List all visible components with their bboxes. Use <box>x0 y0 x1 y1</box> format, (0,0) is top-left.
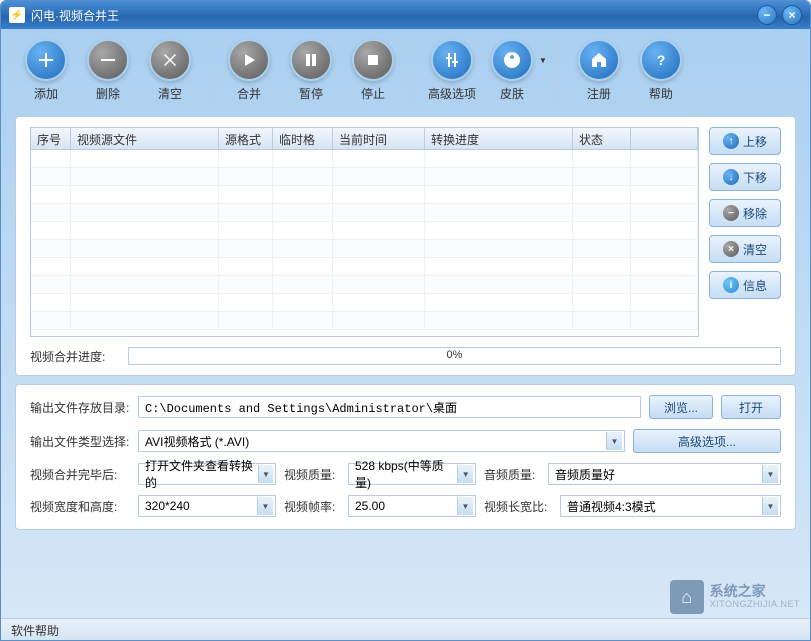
chevron-down-icon: ▼ <box>762 497 778 515</box>
aquality-select[interactable]: 音频质量好 ▼ <box>548 463 781 485</box>
aquality-label: 音频质量: <box>484 466 540 483</box>
vquality-select[interactable]: 528 kbps(中等质量) ▼ <box>348 463 476 485</box>
skin-dropdown-arrow[interactable]: ▼ <box>539 56 547 65</box>
svg-text:?: ? <box>657 52 666 68</box>
browse-button[interactable]: 浏览... <box>649 395 713 419</box>
remove-item-button[interactable]: −移除 <box>709 199 781 227</box>
minimize-button[interactable]: − <box>757 5 777 25</box>
th-status[interactable]: 状态 <box>573 128 631 149</box>
titlebar: ⚡ 闪电·视频合并王 − × <box>1 1 810 29</box>
register-button[interactable]: 注册 <box>568 37 630 104</box>
file-table[interactable]: 序号 视频源文件 源格式 临时格式 当前时间 转换进度 状态 <box>30 127 699 337</box>
table-body[interactable] <box>31 150 698 336</box>
after-merge-select[interactable]: 打开文件夹查看转换的 ▼ <box>138 463 276 485</box>
settings-panel: 输出文件存放目录: 浏览... 打开 输出文件类型选择: AVI视频格式 (*.… <box>15 384 796 530</box>
stop-icon <box>352 39 394 81</box>
output-dir-label: 输出文件存放目录: <box>30 399 130 416</box>
th-empty <box>631 128 698 149</box>
app-icon: ⚡ <box>9 7 25 23</box>
chevron-down-icon: ▼ <box>258 465 273 483</box>
chevron-down-icon: ▼ <box>257 497 273 515</box>
advanced-options-button[interactable]: 高级选项... <box>633 429 781 453</box>
table-header: 序号 视频源文件 源格式 临时格式 当前时间 转换进度 状态 <box>31 128 698 150</box>
toolbar: 添加 删除 清空 合并 暂停 停止 <box>1 29 810 108</box>
separator <box>209 41 210 101</box>
th-cur-time[interactable]: 当前时间 <box>333 128 425 149</box>
merge-progress-label: 视频合并进度: <box>30 348 120 365</box>
th-progress[interactable]: 转换进度 <box>425 128 573 149</box>
sliders-icon <box>431 39 473 81</box>
move-down-button[interactable]: ↓下移 <box>709 163 781 191</box>
watermark-icon: ⌂ <box>670 580 704 614</box>
remove-button[interactable]: 删除 <box>77 37 139 104</box>
th-src-format[interactable]: 源格式 <box>219 128 273 149</box>
pause-button[interactable]: 暂停 <box>280 37 342 104</box>
th-tmp-format[interactable]: 临时格式 <box>273 128 333 149</box>
aspect-label: 视频长宽比: <box>484 498 552 515</box>
after-merge-label: 视频合并完毕后: <box>30 466 130 483</box>
th-source[interactable]: 视频源文件 <box>71 128 219 149</box>
clear-list-button[interactable]: ×清空 <box>709 235 781 263</box>
output-type-select[interactable]: AVI视频格式 (*.AVI) ▼ <box>138 430 625 452</box>
pause-icon <box>290 39 332 81</box>
separator <box>412 41 413 101</box>
x-icon <box>149 39 191 81</box>
output-type-label: 输出文件类型选择: <box>30 433 130 450</box>
list-panel: 序号 视频源文件 源格式 临时格式 当前时间 转换进度 状态 <box>15 116 796 376</box>
move-up-button[interactable]: ↑上移 <box>709 127 781 155</box>
window-title: 闪电·视频合并王 <box>31 7 757 24</box>
help-button[interactable]: ? 帮助 <box>630 37 692 104</box>
close-button[interactable]: × <box>782 5 802 25</box>
output-dir-input[interactable] <box>138 396 641 418</box>
chevron-down-icon: ▼ <box>457 497 473 515</box>
merge-progress-bar: 0% <box>128 347 781 365</box>
fps-label: 视频帧率: <box>284 498 340 515</box>
info-icon: i <box>723 277 739 293</box>
merge-button[interactable]: 合并 <box>218 37 280 104</box>
home-icon <box>578 39 620 81</box>
separator <box>559 41 560 101</box>
arrow-down-icon: ↓ <box>723 169 739 185</box>
size-label: 视频宽度和高度: <box>30 498 130 515</box>
skin-icon <box>491 39 533 81</box>
stop-button[interactable]: 停止 <box>342 37 404 104</box>
merge-progress-text: 0% <box>447 349 463 361</box>
chevron-down-icon: ▼ <box>762 465 778 483</box>
advanced-button[interactable]: 高级选项 <box>421 37 483 104</box>
th-index[interactable]: 序号 <box>31 128 71 149</box>
add-button[interactable]: 添加 <box>15 37 77 104</box>
info-button[interactable]: i信息 <box>709 271 781 299</box>
size-select[interactable]: 320*240 ▼ <box>138 495 276 517</box>
chevron-down-icon: ▼ <box>457 465 473 483</box>
clear-button[interactable]: 清空 <box>139 37 201 104</box>
watermark: ⌂ 系统之家 XITONGZHIJIA.NET <box>670 580 800 614</box>
plus-icon <box>25 39 67 81</box>
x-icon: × <box>723 241 739 257</box>
minus-icon <box>87 39 129 81</box>
skin-button[interactable]: 皮肤 <box>483 37 541 104</box>
statusbar: 软件帮助 <box>1 618 810 640</box>
vquality-label: 视频质量: <box>284 466 340 483</box>
aspect-select[interactable]: 普通视频4:3模式 ▼ <box>560 495 781 517</box>
chevron-down-icon: ▼ <box>606 432 622 450</box>
open-button[interactable]: 打开 <box>721 395 781 419</box>
play-icon <box>228 39 270 81</box>
status-text: 软件帮助 <box>11 624 59 638</box>
question-icon: ? <box>640 39 682 81</box>
minus-icon: − <box>723 205 739 221</box>
fps-select[interactable]: 25.00 ▼ <box>348 495 476 517</box>
arrow-up-icon: ↑ <box>723 133 739 149</box>
